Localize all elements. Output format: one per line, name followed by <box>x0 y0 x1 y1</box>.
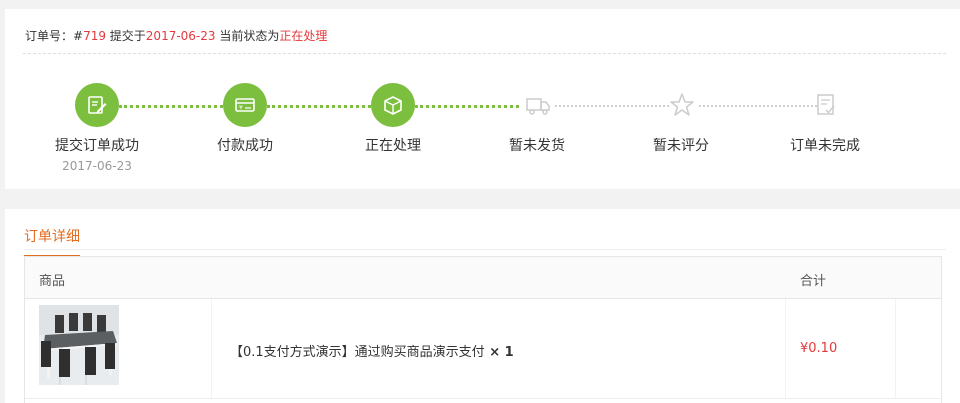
item-total-price: ¥0.10 <box>800 341 838 356</box>
delivery-truck-icon <box>526 98 550 115</box>
package-box-icon <box>384 96 402 115</box>
order-detail-card: 订单详细 商品 合计 【0.1支付方式演示】通过购买商品演示支付 × 1 ¥0.… <box>5 209 960 403</box>
step-label-3: 正在处理 <box>365 138 421 154</box>
order-summary-line: 订单号：#719 提交于2017-06-23 当前状态为正在处理 <box>25 27 327 44</box>
dashed-divider <box>23 53 946 54</box>
step-label-6: 订单未完成 <box>790 138 860 154</box>
table-header: 商品 合计 <box>25 257 941 299</box>
order-date: 2017-06-23 <box>145 29 216 43</box>
product-name[interactable]: 【0.1支付方式演示】通过购买商品演示支付 × 1 <box>230 341 514 360</box>
tab-divider <box>24 249 946 250</box>
dining-table-photo <box>39 305 119 385</box>
step-label-1: 提交订单成功 <box>55 138 139 154</box>
order-items-table: 商品 合计 【0.1支付方式演示】通过购买商品演示支付 × 1 ¥0.10 <box>24 256 942 403</box>
submitted-label: 提交于 <box>105 29 146 43</box>
product-quantity: × 1 <box>484 345 514 360</box>
order-number: 719 <box>83 29 106 43</box>
step-circle-2: ¥ <box>223 83 267 127</box>
checklist-icon <box>817 94 835 115</box>
step-label-5: 暂未评分 <box>653 138 709 154</box>
table-row: 【0.1支付方式演示】通过购买商品演示支付 × 1 ¥0.10 <box>25 299 941 399</box>
progress-line-2 <box>267 105 371 108</box>
column-header-total: 合计 <box>800 274 827 289</box>
payment-card-icon: ¥ <box>235 98 255 112</box>
step-date-1: 2017-06-23 <box>62 159 132 173</box>
order-number-prefix: 订单号：# <box>25 29 84 43</box>
order-status-card: 订单号：#719 提交于2017-06-23 当前状态为正在处理 提交订单成功 … <box>5 9 960 189</box>
svg-text:¥: ¥ <box>239 105 243 112</box>
progress-line-5 <box>699 105 817 107</box>
product-thumbnail[interactable] <box>39 305 119 385</box>
step-label-2: 付款成功 <box>217 138 273 154</box>
order-status: 正在处理 <box>279 29 328 43</box>
column-header-goods: 商品 <box>39 274 66 289</box>
star-icon <box>670 93 694 116</box>
step-circle-3 <box>371 83 415 127</box>
product-title: 【0.1支付方式演示】通过购买商品演示支付 <box>230 345 485 360</box>
progress-line-1 <box>119 105 223 108</box>
progress-line-3 <box>415 105 519 108</box>
step-label-4: 暂未发货 <box>509 138 565 154</box>
status-label: 当前状态为 <box>215 29 280 43</box>
step-circle-1 <box>75 83 119 127</box>
progress-line-4 <box>555 105 669 107</box>
tab-order-detail[interactable]: 订单详细 <box>24 226 80 257</box>
edit-document-icon <box>88 96 107 114</box>
